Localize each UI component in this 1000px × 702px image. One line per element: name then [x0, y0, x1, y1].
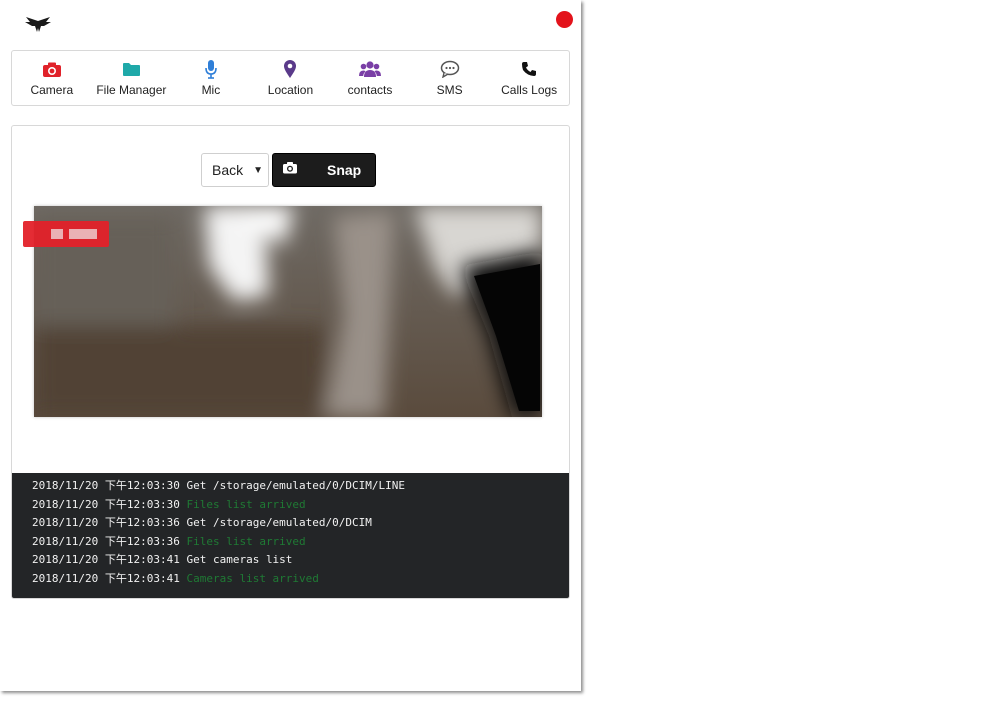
nav-sms[interactable]: SMS [411, 59, 489, 97]
map-pin-icon [283, 59, 297, 79]
caret-down-icon: ▼ [253, 164, 263, 176]
nav-sms-label: SMS [436, 83, 463, 97]
nav-calls-logs-label: Calls Logs [501, 83, 558, 97]
nav-location-label: Location [267, 83, 314, 97]
bird-logo-icon [25, 17, 51, 32]
log-line: 2018/11/20 下午12:03:30 Files list arrived [32, 497, 306, 511]
phone-icon [521, 59, 537, 79]
nav-camera-label: Camera [30, 83, 74, 97]
app-panel: Camera File Manager Mic Location contact… [0, 0, 581, 691]
snap-button[interactable]: Snap [272, 153, 376, 187]
snap-button-label: Snap [327, 162, 362, 178]
microphone-icon [204, 59, 218, 79]
log-line: 2018/11/20 下午12:03:36 Files list arrived [32, 534, 306, 548]
camera-select-value: Back [212, 162, 244, 178]
camera-panel: Back ▼ Snap 2018/11/20 下午12:03:30 Get /s… [11, 125, 570, 599]
nav-file-manager-label: File Manager [96, 83, 167, 97]
nav-mic-label: Mic [201, 83, 221, 97]
nav-location[interactable]: Location [251, 59, 329, 97]
nav-file-manager[interactable]: File Manager [92, 59, 170, 97]
nav-calls-logs[interactable]: Calls Logs [490, 59, 568, 97]
nav-mic[interactable]: Mic [172, 59, 250, 97]
redacted-label-overlay [23, 221, 109, 247]
log-line: 2018/11/20 下午12:03:41 Cameras list arriv… [32, 571, 319, 585]
log-line: 2018/11/20 下午12:03:36 Get /storage/emula… [32, 516, 372, 530]
nav-camera[interactable]: Camera [13, 59, 91, 97]
users-icon [359, 59, 382, 79]
folder-icon [122, 59, 141, 79]
chat-bubble-icon [440, 59, 460, 79]
camera-icon [282, 161, 298, 179]
nav-contacts[interactable]: contacts [331, 59, 409, 97]
camera-controls: Back ▼ Snap [201, 153, 376, 187]
camera-icon [42, 59, 62, 79]
log-line: 2018/11/20 下午12:03:41 Get cameras list [32, 553, 293, 567]
log-console: 2018/11/20 下午12:03:30 Get /storage/emula… [12, 473, 569, 598]
feature-toolbar: Camera File Manager Mic Location contact… [11, 50, 570, 106]
camera-preview-image [34, 206, 542, 417]
nav-contacts-label: contacts [347, 83, 393, 97]
camera-select[interactable]: Back ▼ [201, 153, 269, 187]
log-line: 2018/11/20 下午12:03:30 Get /storage/emula… [32, 479, 406, 492]
close-button[interactable] [556, 11, 573, 28]
